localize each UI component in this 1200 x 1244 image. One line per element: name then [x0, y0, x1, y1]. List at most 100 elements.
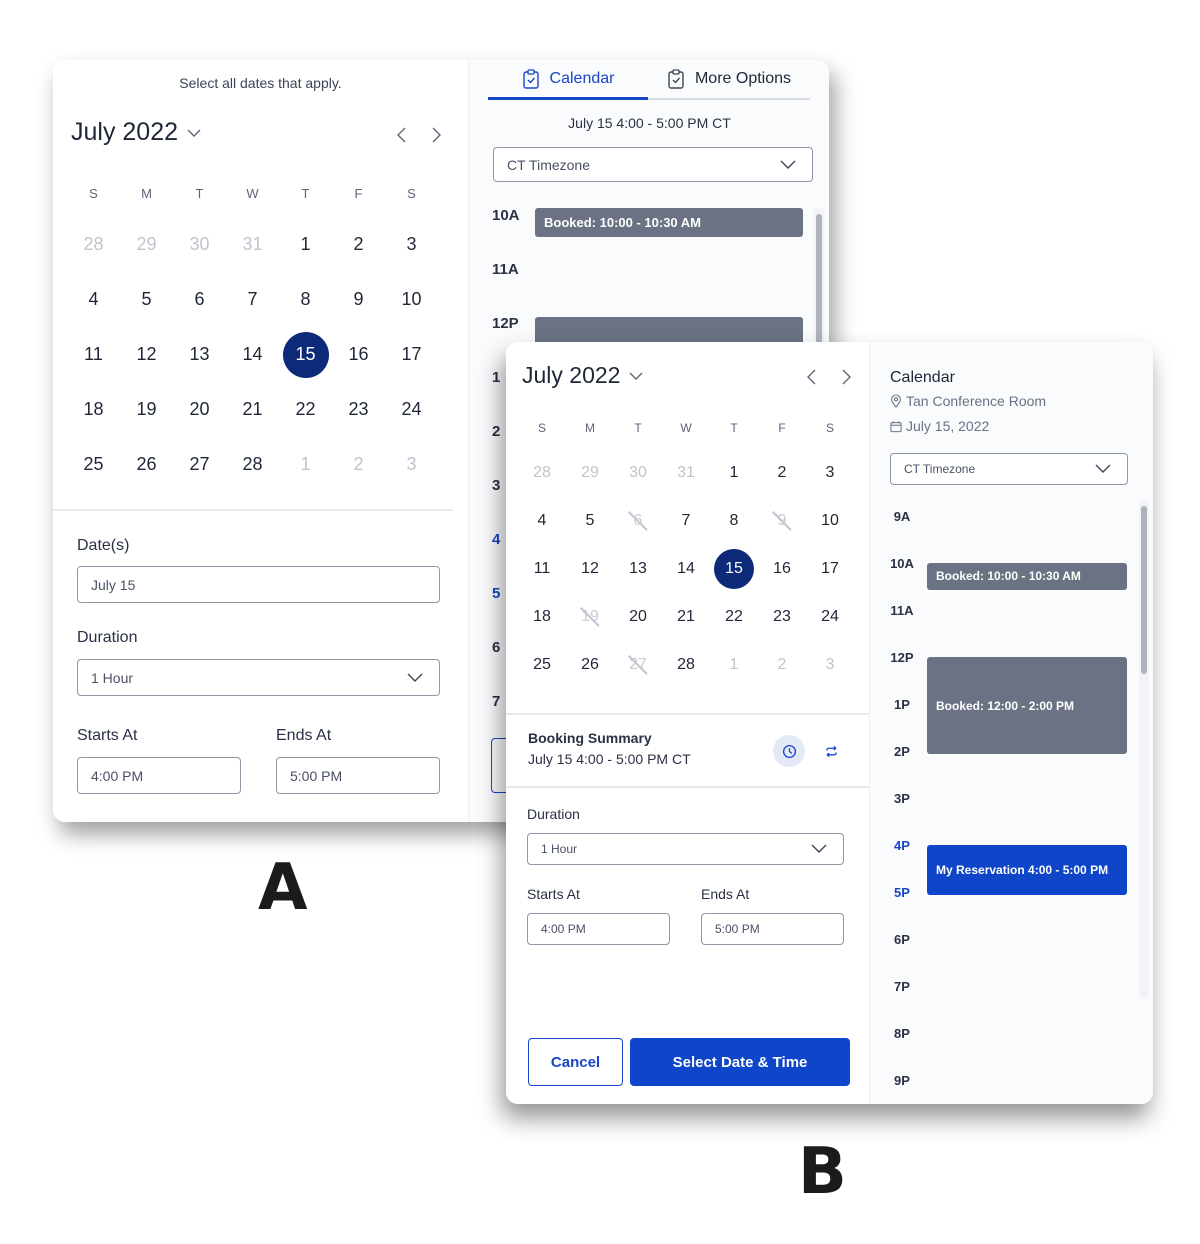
date-picker-section: July 2022 SMTWTFS 28 29 30 31 1 2 3 4 5 6 7 8 9 10 11 1…: [506, 342, 869, 1104]
ends-label: Ends At: [276, 727, 332, 744]
day-cell[interactable]: 28: [662, 641, 710, 689]
day-cell[interactable]: 23: [758, 593, 806, 641]
weekday-header: SMTWTFS: [67, 186, 438, 201]
day-cell[interactable]: 20: [173, 382, 226, 437]
day-cell[interactable]: 26: [120, 437, 173, 492]
day-cell[interactable]: 23: [332, 382, 385, 437]
day-cell[interactable]: 25: [67, 437, 120, 492]
day-number: 19: [581, 608, 599, 625]
day-cell[interactable]: 12: [566, 545, 614, 593]
day-cell[interactable]: 7: [226, 272, 279, 327]
day-cell[interactable]: 18: [67, 382, 120, 437]
day-cell[interactable]: 17: [385, 327, 438, 382]
my-reservation-event[interactable]: My Reservation 4:00 - 5:00 PM: [927, 845, 1127, 895]
day-cell[interactable]: 26: [566, 641, 614, 689]
day-cell[interactable]: 8: [279, 272, 332, 327]
day-cell[interactable]: 3: [806, 449, 854, 497]
day-cell[interactable]: 22: [710, 593, 758, 641]
day-cell[interactable]: 10: [385, 272, 438, 327]
month-selector[interactable]: July 2022: [522, 362, 644, 389]
day-cell[interactable]: 11: [67, 327, 120, 382]
day-cell-unavailable: 19: [566, 593, 614, 641]
scrollbar[interactable]: [1139, 500, 1149, 998]
day-cell: 30: [173, 217, 226, 272]
day-cell[interactable]: 10: [806, 497, 854, 545]
day-cell[interactable]: 1: [279, 217, 332, 272]
day-cell[interactable]: 19: [120, 382, 173, 437]
ends-label: Ends At: [701, 886, 750, 902]
day-cell[interactable]: 7: [662, 497, 710, 545]
day-cell[interactable]: 16: [332, 327, 385, 382]
day-number: 21: [242, 399, 263, 419]
day-cell[interactable]: 4: [67, 272, 120, 327]
day-cell[interactable]: 8: [710, 497, 758, 545]
starts-value: 4:00 PM: [541, 922, 586, 936]
dates-input[interactable]: July 15: [77, 566, 440, 603]
day-cell-selected[interactable]: 15: [279, 327, 332, 382]
weekday-label: T: [301, 186, 310, 201]
day-cell[interactable]: 17: [806, 545, 854, 593]
select-date-time-button[interactable]: Select Date & Time: [630, 1038, 850, 1086]
day-cell[interactable]: 16: [758, 545, 806, 593]
hour-label: 2: [492, 423, 501, 440]
chevron-right-icon[interactable]: [428, 126, 444, 144]
recurring-button[interactable]: [815, 735, 847, 767]
booked-event[interactable]: Booked: 10:00 - 10:30 AM: [927, 563, 1127, 590]
duration-select[interactable]: 1 Hour: [77, 659, 440, 696]
starts-input[interactable]: 4:00 PM: [527, 913, 670, 945]
chevron-left-icon[interactable]: [804, 368, 820, 386]
day-cell[interactable]: 22: [279, 382, 332, 437]
ends-input[interactable]: 5:00 PM: [701, 913, 844, 945]
chevron-left-icon[interactable]: [394, 126, 410, 144]
day-cell[interactable]: 13: [173, 327, 226, 382]
day-number: 26: [581, 656, 599, 673]
day-number: 1: [300, 234, 311, 254]
day-cell[interactable]: 4: [518, 497, 566, 545]
day-cell[interactable]: 20: [614, 593, 662, 641]
day-number: 23: [348, 399, 369, 419]
booked-event[interactable]: Booked: 12:00 - 2:00 PM: [927, 657, 1127, 754]
day-cell[interactable]: 9: [332, 272, 385, 327]
hour-label: 1: [492, 369, 501, 386]
day-cell[interactable]: 2: [332, 217, 385, 272]
day-cell[interactable]: 18: [518, 593, 566, 641]
booked-event[interactable]: Booked: 10:00 - 10:30 AM: [535, 208, 803, 237]
chevron-right-icon[interactable]: [838, 368, 854, 386]
day-number: 1: [729, 464, 739, 481]
day-cell-unavailable: 6: [614, 497, 662, 545]
day-cell[interactable]: 13: [614, 545, 662, 593]
ends-input[interactable]: 5:00 PM: [276, 757, 440, 794]
day-number: 15: [714, 549, 754, 589]
day-cell[interactable]: 11: [518, 545, 566, 593]
day-number: 11: [533, 560, 551, 577]
scrollbar-thumb[interactable]: [1141, 506, 1147, 674]
day-cell-selected[interactable]: 15: [710, 545, 758, 593]
starts-input[interactable]: 4:00 PM: [77, 757, 241, 794]
day-cell[interactable]: 6: [173, 272, 226, 327]
weekday-label: M: [585, 421, 595, 435]
day-cell[interactable]: 12: [120, 327, 173, 382]
day-cell[interactable]: 21: [662, 593, 710, 641]
day-cell[interactable]: 14: [662, 545, 710, 593]
day-cell[interactable]: 27: [173, 437, 226, 492]
duration-select[interactable]: 1 Hour: [527, 833, 844, 865]
day-cell[interactable]: 21: [226, 382, 279, 437]
day-cell[interactable]: 5: [120, 272, 173, 327]
day-number: 8: [300, 289, 311, 309]
day-cell[interactable]: 2: [758, 449, 806, 497]
day-cell[interactable]: 24: [806, 593, 854, 641]
cancel-button[interactable]: Cancel: [528, 1038, 623, 1086]
hour-label: 3: [492, 477, 501, 494]
events-layer: Booked: 10:00 - 10:30 AM Booked: 12:00 - …: [870, 342, 1153, 1104]
day-cell[interactable]: 25: [518, 641, 566, 689]
day-cell[interactable]: 28: [226, 437, 279, 492]
time-view-button[interactable]: [773, 735, 805, 767]
day-cell[interactable]: 24: [385, 382, 438, 437]
day-number: 16: [773, 560, 791, 577]
day-cell[interactable]: 5: [566, 497, 614, 545]
month-label: July 2022: [522, 362, 621, 388]
month-selector[interactable]: July 2022: [71, 118, 202, 147]
day-cell[interactable]: 1: [710, 449, 758, 497]
day-cell[interactable]: 3: [385, 217, 438, 272]
day-cell[interactable]: 14: [226, 327, 279, 382]
